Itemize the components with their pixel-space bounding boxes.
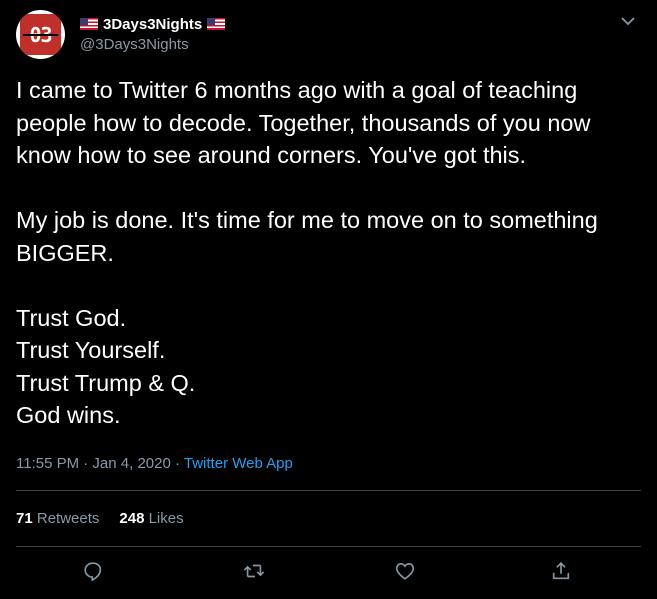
retweet-button[interactable] — [243, 560, 265, 582]
divider — [16, 546, 641, 547]
retweets-count: 71 — [16, 510, 33, 527]
tweet-stats: 71 Retweets 248 Likes — [16, 510, 184, 527]
share-button[interactable] — [550, 560, 572, 582]
reply-button[interactable] — [82, 560, 104, 582]
like-button[interactable] — [394, 560, 416, 582]
retweet-icon — [243, 564, 265, 578]
author-handle[interactable]: @3Days3Nights — [80, 36, 225, 53]
divider — [16, 490, 641, 491]
tweet-meta: 11:55 PM · Jan 4, 2020 · Twitter Web App — [16, 455, 293, 472]
share-icon — [552, 562, 570, 580]
likes-stat[interactable]: 248 Likes — [119, 510, 183, 527]
like-icon — [395, 563, 415, 580]
display-name-row[interactable]: 3Days3Nights — [80, 14, 226, 34]
author-info: 3Days3Nights @3Days3Nights — [80, 14, 226, 53]
retweets-label: Retweets — [36, 510, 100, 527]
likes-label: Likes — [148, 510, 184, 527]
avatar[interactable]: 03 — [16, 10, 65, 59]
chevron-down-icon[interactable] — [621, 16, 635, 26]
tweet-actions — [16, 560, 641, 588]
display-name: 3Days3Nights — [103, 15, 203, 33]
tweet-text: I came to Twitter 6 months ago with a go… — [16, 77, 598, 428]
tweet-timestamp[interactable]: 11:55 PM · Jan 4, 2020 · — [16, 455, 184, 472]
tweet-header: 03 3Days3Nights @3Days3Nights — [16, 10, 641, 60]
avatar-logo: 03 — [20, 14, 61, 55]
retweets-stat[interactable]: 71 Retweets — [16, 510, 99, 527]
likes-count: 248 — [119, 510, 145, 527]
tweet-source-link[interactable]: Twitter Web App — [184, 455, 293, 472]
us-flag-icon — [80, 18, 98, 30]
us-flag-icon — [207, 18, 226, 30]
reply-icon — [84, 562, 102, 582]
